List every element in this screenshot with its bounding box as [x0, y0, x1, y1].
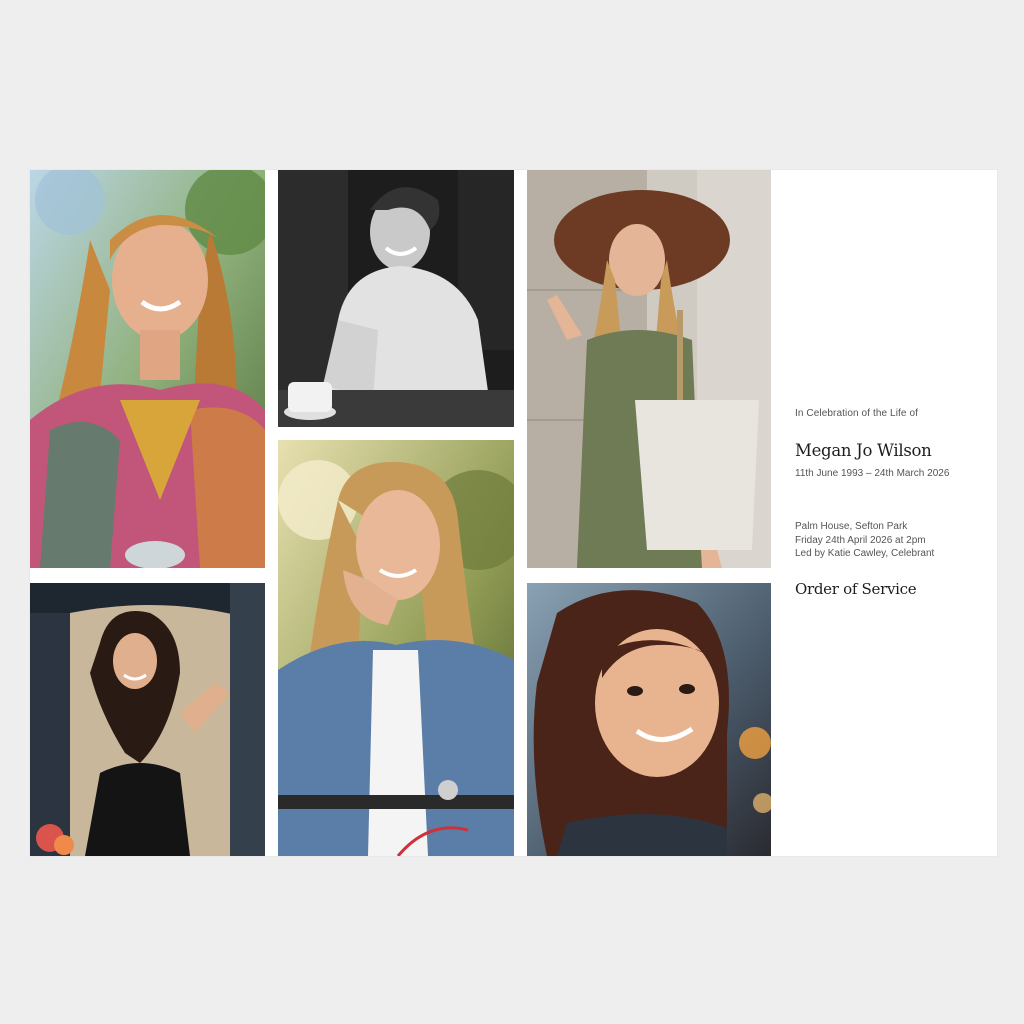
order-of-service-heading: Order of Service — [795, 580, 917, 598]
venue: Palm House, Sefton Park — [795, 521, 908, 532]
officiant: Led by Katie Cawley, Celebrant — [795, 548, 935, 559]
photo-woman-sun-hat — [527, 170, 771, 568]
order-of-service-card: In Celebration of the Life of Megan Jo W… — [30, 170, 997, 856]
life-dates: 11th June 1993 – 24th March 2026 — [795, 468, 950, 479]
photo-woman-denim-jacket — [278, 440, 514, 856]
photo-woman-floral-jacket — [30, 170, 265, 568]
celebration-intro: In Celebration of the Life of — [795, 408, 918, 419]
service-info-panel: In Celebration of the Life of Megan Jo W… — [795, 170, 991, 856]
photo-woman-portrait — [527, 583, 771, 856]
deceased-name: Megan Jo Wilson — [795, 441, 932, 460]
photo-woman-car — [30, 583, 265, 856]
service-datetime: Friday 24th April 2026 at 2pm — [795, 534, 926, 546]
service-details: Palm House, Sefton Park Friday 24th Apri… — [795, 520, 934, 561]
photo-woman-cafe-bw — [278, 170, 514, 427]
